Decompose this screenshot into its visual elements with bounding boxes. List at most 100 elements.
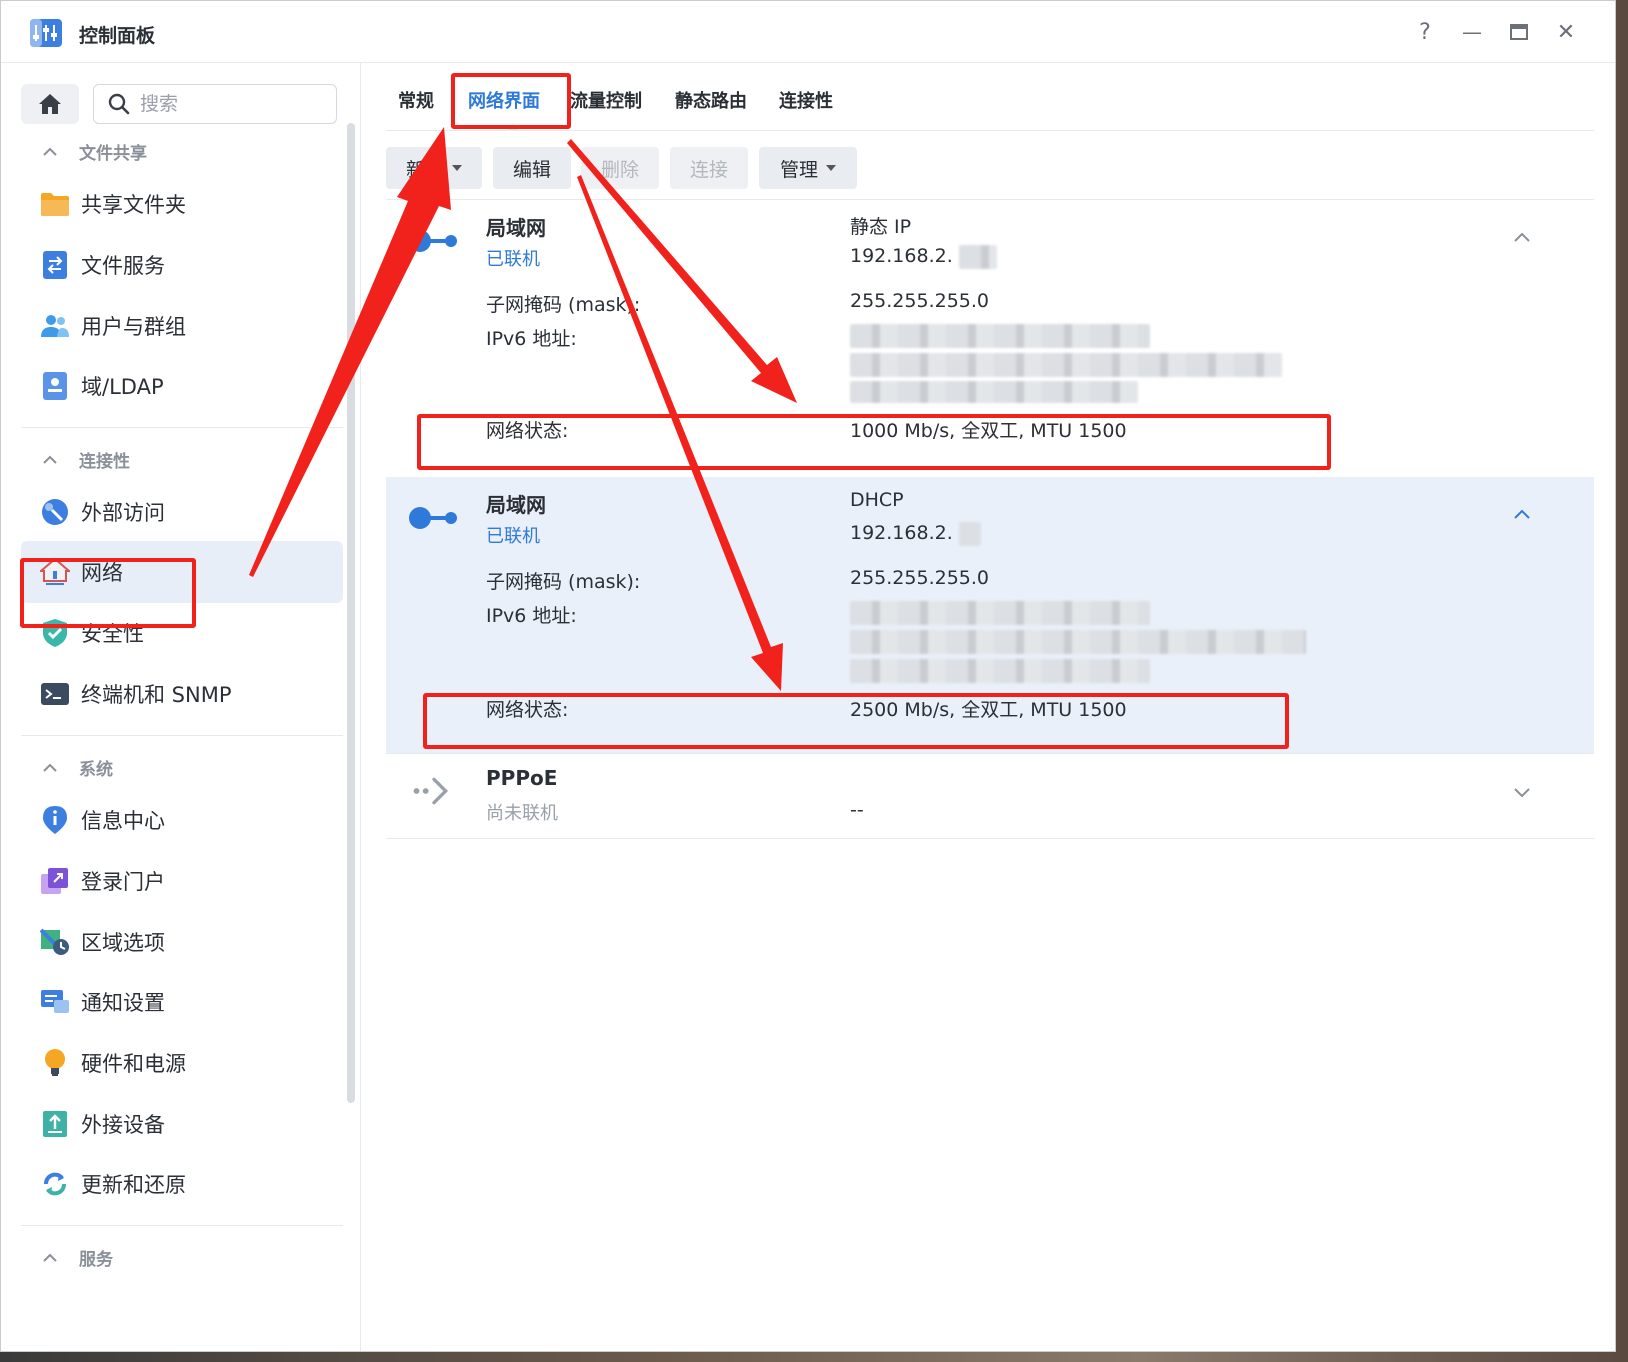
- sidebar-item-info-center[interactable]: 信息中心: [21, 789, 343, 851]
- manage-button[interactable]: 管理: [759, 147, 857, 189]
- maximize-button[interactable]: [1503, 17, 1535, 47]
- search-input[interactable]: [140, 93, 320, 115]
- sidebar-item-terminal-snmp[interactable]: 终端机和 SNMP: [21, 663, 343, 725]
- section-system[interactable]: 系统: [41, 755, 113, 780]
- caret-down-icon: [452, 165, 462, 171]
- list-divider: [386, 838, 1594, 839]
- sidebar-item-login-portal[interactable]: 登录门户: [21, 850, 343, 912]
- redacted-ipv6-line: [850, 324, 1150, 348]
- app-title: 控制面板: [79, 25, 156, 47]
- delete-button[interactable]: 删除: [581, 147, 659, 189]
- redacted-ipv6-line: [850, 630, 1306, 654]
- section-divider: [21, 1225, 343, 1226]
- subnet-mask-value: 255.255.255.0: [850, 567, 990, 589]
- tab-traffic-control[interactable]: 流量控制: [570, 87, 642, 113]
- external-access-icon: [39, 496, 71, 528]
- interface-status: 已联机: [486, 249, 540, 270]
- section-divider: [21, 427, 343, 428]
- annotation-box-tab: [451, 73, 571, 129]
- interface-status: 尚未联机: [486, 803, 558, 824]
- tab-general[interactable]: 常规: [398, 87, 434, 113]
- section-title: 系统: [79, 760, 113, 780]
- sidebar-item-shared-folder[interactable]: 共享文件夹: [21, 173, 343, 235]
- chevron-up-icon: [43, 763, 57, 772]
- redacted-ipv6-line: [850, 353, 1282, 377]
- terminal-icon: [39, 678, 71, 710]
- update-restore-icon: [39, 1168, 71, 1200]
- interface-value: --: [850, 799, 864, 821]
- interface-mode: DHCP: [850, 489, 904, 511]
- redacted-ipv6-line: [850, 381, 1138, 403]
- section-file-sharing[interactable]: 文件共享: [41, 139, 147, 164]
- subnet-mask-value: 255.255.255.0: [850, 290, 990, 312]
- interface-mode: 静态 IP: [850, 216, 912, 238]
- ipv6-label: IPv6 地址:: [486, 605, 577, 627]
- create-button[interactable]: 新增: [386, 147, 482, 189]
- ethernet-connected-icon: [409, 507, 457, 529]
- sidebar-item-external-access[interactable]: 外部访问: [21, 481, 343, 543]
- chevron-up-icon: [43, 1253, 57, 1262]
- minimize-button[interactable]: —: [1456, 17, 1488, 47]
- sidebar-item-users-groups[interactable]: 用户与群组: [21, 295, 343, 357]
- pppoe-disconnected-icon: [413, 777, 449, 805]
- interface-name: 局域网: [486, 216, 546, 240]
- regional-map-icon: [39, 926, 71, 958]
- sidebar-item-file-services[interactable]: 文件服务: [21, 234, 343, 296]
- chevron-up-icon[interactable]: [1510, 226, 1534, 250]
- login-portal-icon: [39, 865, 71, 897]
- info-pin-icon: [39, 804, 71, 836]
- interface-name: PPPoE: [486, 766, 558, 790]
- connect-button[interactable]: 连接: [670, 147, 748, 189]
- close-button[interactable]: ✕: [1550, 17, 1582, 47]
- ipv6-label: IPv6 地址:: [486, 328, 577, 350]
- sidebar-item-update-restore[interactable]: 更新和还原: [21, 1153, 343, 1215]
- section-divider: [21, 735, 343, 736]
- chevron-up-icon: [43, 455, 57, 464]
- tab-connectivity[interactable]: 连接性: [779, 87, 833, 113]
- interface-name: 局域网: [486, 493, 546, 517]
- control-panel-window: 控制面板 ? — ✕ 文件共享 共享文件夹 文件服务: [0, 0, 1616, 1352]
- control-panel-icon: [30, 19, 62, 47]
- sidebar-item-external-devices[interactable]: 外接设备: [21, 1093, 343, 1155]
- subnet-mask-label: 子网掩码 (mask):: [486, 571, 641, 593]
- redacted-ip-suffix: [959, 522, 981, 546]
- notification-chat-icon: [39, 986, 71, 1018]
- sidebar-item-domain-ldap[interactable]: 域/LDAP: [21, 355, 343, 417]
- caret-down-icon: [826, 165, 836, 171]
- search-box[interactable]: [93, 84, 337, 124]
- edit-button[interactable]: 编辑: [493, 147, 571, 189]
- home-icon: [39, 94, 61, 114]
- interface-item-pppoe[interactable]: PPPoE 尚未联机 --: [386, 754, 1594, 838]
- users-icon: [39, 310, 71, 342]
- chevron-up-icon: [43, 147, 57, 156]
- redacted-ipv6-line: [850, 659, 1150, 683]
- sidebar-scrollbar[interactable]: [347, 123, 355, 1103]
- redacted-ipv6-line: [850, 601, 1150, 625]
- sidebar-item-regional-options[interactable]: 区域选项: [21, 911, 343, 973]
- subnet-mask-label: 子网掩码 (mask):: [486, 294, 641, 316]
- ethernet-connected-icon: [409, 230, 457, 252]
- title-bar: 控制面板 ? — ✕: [1, 1, 1615, 63]
- interface-status: 已联机: [486, 526, 540, 547]
- folder-icon: [39, 188, 71, 220]
- maximize-icon: [1510, 24, 1528, 40]
- tab-static-route[interactable]: 静态路由: [675, 87, 747, 113]
- section-connectivity[interactable]: 连接性: [41, 447, 130, 472]
- interface-ip: 192.168.2.: [850, 522, 953, 544]
- section-title: 文件共享: [79, 144, 147, 164]
- external-device-icon: [39, 1108, 71, 1140]
- help-button[interactable]: ?: [1409, 17, 1441, 47]
- sidebar-item-hardware-power[interactable]: 硬件和电源: [21, 1032, 343, 1094]
- lightbulb-icon: [39, 1047, 71, 1079]
- sidebar-item-notification-settings[interactable]: 通知设置: [21, 971, 343, 1033]
- section-services[interactable]: 服务: [41, 1245, 113, 1270]
- interface-ip: 192.168.2.: [850, 245, 953, 267]
- chevron-down-icon[interactable]: [1510, 780, 1534, 804]
- home-button[interactable]: [21, 84, 79, 124]
- annotation-box-status2: [423, 693, 1289, 749]
- sidebar: 文件共享 共享文件夹 文件服务 用户与群组 域/LDAP 连接性 外部访问: [1, 63, 361, 1351]
- annotation-box-network: [20, 558, 196, 628]
- chevron-up-icon[interactable]: [1510, 503, 1534, 527]
- redacted-ip-suffix: [959, 245, 997, 269]
- section-title: 服务: [79, 1250, 113, 1270]
